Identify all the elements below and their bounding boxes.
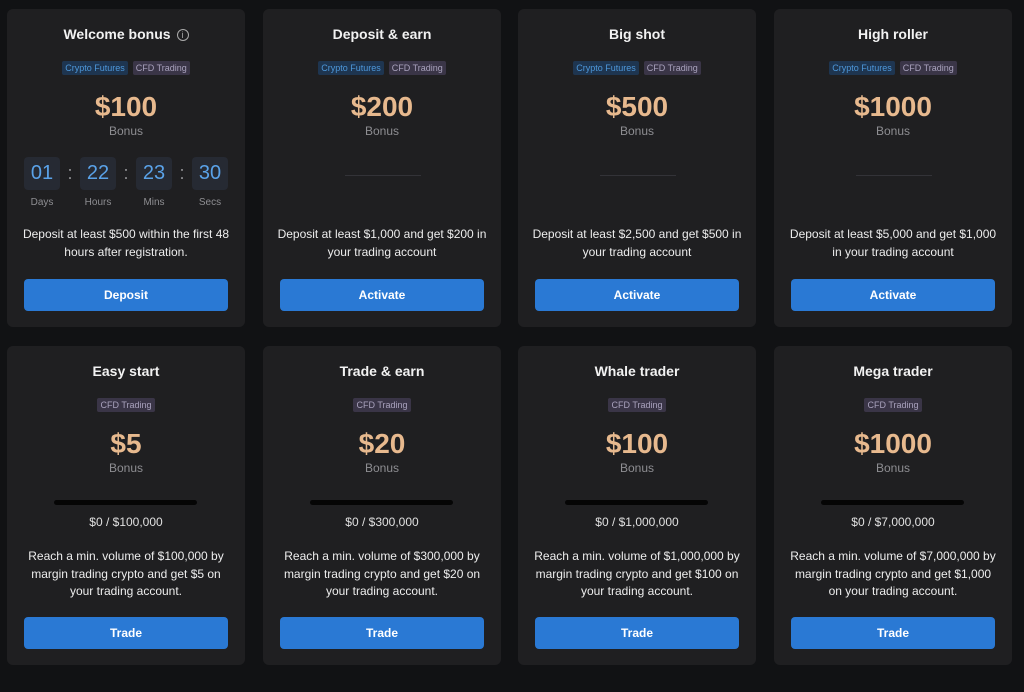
bonus-label: Bonus	[364, 124, 400, 138]
bonus-amount: $500	[605, 91, 669, 122]
bonus-label: Bonus	[619, 461, 655, 475]
card-description: Deposit at least $5,000 and get $1,000 i…	[789, 227, 997, 259]
bonus-label: Bonus	[364, 461, 400, 475]
bonus-amount: $5	[110, 428, 142, 459]
volume-progress-text: $0 / $7,000,000	[851, 515, 935, 529]
tag-list: CFD Trading	[263, 398, 501, 412]
tag-list: Crypto Futures CFD Trading	[518, 61, 756, 75]
countdown-separator: :	[179, 163, 185, 183]
card-title: Mega trader	[853, 363, 933, 379]
card-title: Trade & earn	[339, 363, 425, 379]
countdown-days: 01 Days	[24, 157, 60, 208]
bonus-label: Bonus	[108, 124, 144, 138]
countdown-separator: :	[67, 163, 73, 183]
tag-crypto-futures: Crypto Futures	[829, 61, 895, 75]
bonus-card-easy-start: Easy start CFD Trading $5 Bonus $0 / $10…	[7, 346, 245, 665]
countdown-separator: :	[123, 163, 129, 183]
tag-cfd-trading: CFD Trading	[643, 61, 701, 75]
tag-cfd-trading: CFD Trading	[388, 61, 446, 75]
card-description: Reach a min. volume of $100,000 by margi…	[28, 549, 224, 598]
bonus-amount: $100	[605, 428, 669, 459]
tag-cfd-trading: CFD Trading	[97, 398, 155, 412]
tag-crypto-futures: Crypto Futures	[62, 61, 128, 75]
countdown-mins-value: 23	[136, 157, 172, 190]
volume-progress-bar	[310, 500, 453, 505]
bonus-card-big-shot: Big shot Crypto Futures CFD Trading $500…	[518, 9, 756, 327]
tag-cfd-trading: CFD Trading	[353, 398, 411, 412]
activate-button[interactable]: Activate	[535, 279, 739, 311]
card-description: Reach a min. volume of $300,000 by margi…	[283, 549, 481, 598]
card-title: Deposit & earn	[332, 26, 432, 42]
info-icon[interactable]: i	[176, 29, 189, 41]
bonus-card-trade-earn: Trade & earn CFD Trading $20 Bonus $0 / …	[263, 346, 501, 665]
countdown-days-value: 01	[24, 157, 60, 190]
tag-cfd-trading: CFD Trading	[864, 398, 922, 412]
trade-button[interactable]: Trade	[280, 617, 484, 649]
tag-crypto-futures: Crypto Futures	[573, 61, 639, 75]
countdown-mins-label: Mins	[143, 197, 165, 208]
countdown-secs: 30 Secs	[192, 157, 228, 208]
volume-progress-bar	[565, 500, 708, 505]
bonus-amount: $20	[358, 428, 406, 459]
card-description: Deposit at least $2,500 and get $500 in …	[532, 227, 742, 259]
countdown-secs-value: 30	[192, 157, 228, 190]
card-title: Big shot	[609, 26, 665, 42]
trade-button[interactable]: Trade	[535, 617, 739, 649]
tag-cfd-trading: CFD Trading	[608, 398, 666, 412]
card-title: Welcome bonus i	[7, 26, 245, 42]
card-title: Easy start	[92, 363, 160, 379]
divider	[856, 175, 932, 176]
tag-cfd-trading: CFD Trading	[132, 61, 190, 75]
bonus-label: Bonus	[619, 124, 655, 138]
activate-button[interactable]: Activate	[280, 279, 484, 311]
tag-crypto-futures: Crypto Futures	[318, 61, 384, 75]
volume-progress-bar	[54, 500, 197, 505]
bonus-card-welcome: Welcome bonus i Crypto Futures CFD Tradin…	[7, 9, 245, 327]
activate-button[interactable]: Activate	[791, 279, 995, 311]
tag-list: CFD Trading	[7, 398, 245, 412]
bonus-amount: $1000	[854, 428, 932, 459]
deposit-button[interactable]: Deposit	[24, 279, 228, 311]
bonus-label: Bonus	[875, 124, 911, 138]
card-title: High roller	[857, 26, 928, 42]
tag-cfd-trading: CFD Trading	[899, 61, 957, 75]
divider	[345, 175, 421, 176]
countdown-hours-value: 22	[80, 157, 116, 190]
volume-progress-text: $0 / $300,000	[345, 515, 419, 529]
trade-button[interactable]: Trade	[24, 617, 228, 649]
bonus-card-deposit-earn: Deposit & earn Crypto Futures CFD Tradin…	[263, 9, 501, 327]
tag-list: Crypto Futures CFD Trading	[774, 61, 1012, 75]
tag-list: Crypto Futures CFD Trading	[7, 61, 245, 75]
card-description: Deposit at least $500 within the first 4…	[22, 227, 230, 259]
tag-list: Crypto Futures CFD Trading	[263, 61, 501, 75]
bonus-label: Bonus	[108, 461, 144, 475]
card-description: Reach a min. volume of $1,000,000 by mar…	[534, 549, 740, 598]
bonus-card-whale-trader: Whale trader CFD Trading $100 Bonus $0 /…	[518, 346, 756, 665]
bonus-label: Bonus	[875, 461, 911, 475]
bonus-card-high-roller: High roller Crypto Futures CFD Trading $…	[774, 9, 1012, 327]
countdown-hours: 22 Hours	[80, 157, 116, 208]
divider	[600, 175, 676, 176]
bonus-amount: $1000	[854, 91, 932, 122]
countdown-hours-label: Hours	[84, 197, 112, 208]
countdown-secs-label: Secs	[198, 197, 222, 208]
volume-progress-bar	[821, 500, 964, 505]
card-description: Deposit at least $1,000 and get $200 in …	[277, 227, 487, 259]
bonus-amount: $200	[350, 91, 414, 122]
countdown-days-label: Days	[30, 197, 54, 208]
tag-list: CFD Trading	[774, 398, 1012, 412]
countdown-timer: 01 Days : 22 Hours : 23 Mins : 30 Secs	[24, 157, 228, 208]
bonus-card-mega-trader: Mega trader CFD Trading $1000 Bonus $0 /…	[774, 346, 1012, 665]
trade-button[interactable]: Trade	[791, 617, 995, 649]
tag-list: CFD Trading	[518, 398, 756, 412]
volume-progress-text: $0 / $1,000,000	[595, 515, 679, 529]
bonus-amount: $100	[94, 91, 158, 122]
card-title: Whale trader	[594, 363, 680, 379]
volume-progress-text: $0 / $100,000	[89, 515, 163, 529]
card-description: Reach a min. volume of $7,000,000 by mar…	[790, 549, 996, 598]
countdown-mins: 23 Mins	[136, 157, 172, 208]
